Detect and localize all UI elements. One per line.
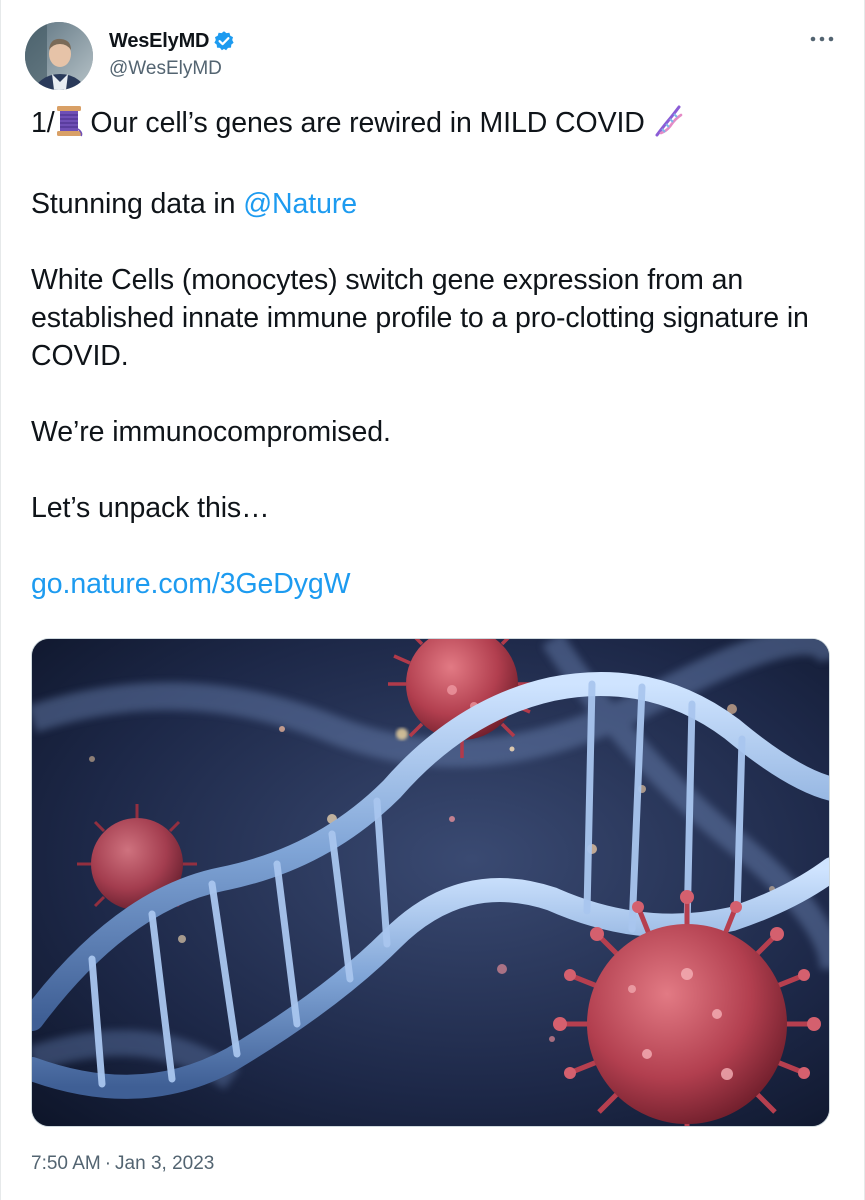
tweet-paragraph-3: White Cells (monocytes) switch gene expr… — [31, 264, 809, 372]
author-names: WesElyMD @WesElyMD — [109, 28, 235, 80]
more-options-button[interactable] — [805, 26, 839, 52]
tweet-paragraph-5: Let’s unpack this… — [31, 492, 270, 524]
author-display-name[interactable]: WesElyMD — [109, 30, 209, 53]
avatar-photo — [25, 22, 93, 90]
tweet-text: 1/ Our cell’s genes are rewired in MILD … — [31, 104, 831, 603]
tweet-time: 7:50 AM — [31, 1153, 101, 1174]
tweet-line-1: 1/ Our cell’s genes are rewired in MILD … — [31, 104, 831, 147]
tweet-timestamp[interactable]: 7:50 AM · Jan 3, 2023 — [31, 1153, 214, 1175]
thread-number: 1/ — [31, 107, 55, 139]
tweet-link-row: go.nature.com/3GeDygW — [31, 565, 831, 603]
more-dots-icon — [810, 36, 834, 42]
tweet-paragraph-4: We’re immunocompromised. — [31, 416, 391, 448]
tweet-line-1-text: Our cell’s genes are rewired in MILD COV… — [82, 107, 653, 139]
dna-virus-illustration — [32, 639, 829, 1126]
dna-emoji-icon — [653, 105, 683, 147]
tweet-media-image[interactable] — [31, 638, 830, 1127]
avatar[interactable] — [25, 22, 93, 90]
tweet-date: Jan 3, 2023 — [115, 1153, 215, 1174]
tweet-line-2-text: Stunning data in — [31, 188, 244, 220]
author-handle[interactable]: @WesElyMD — [109, 58, 235, 80]
tweet-line-2: Stunning data in @Nature — [31, 185, 831, 223]
nature-mention-link[interactable]: @Nature — [243, 188, 357, 220]
nature-article-link[interactable]: go.nature.com/3GeDygW — [31, 568, 351, 600]
tweet-card: WesElyMD @WesElyMD 1/ Our cell’s genes a… — [0, 0, 865, 1200]
spool-of-thread-emoji-icon — [55, 105, 83, 147]
timestamp-separator: · — [104, 1153, 112, 1174]
tweet-header: WesElyMD @WesElyMD — [25, 22, 845, 90]
verified-badge-icon — [213, 30, 235, 52]
